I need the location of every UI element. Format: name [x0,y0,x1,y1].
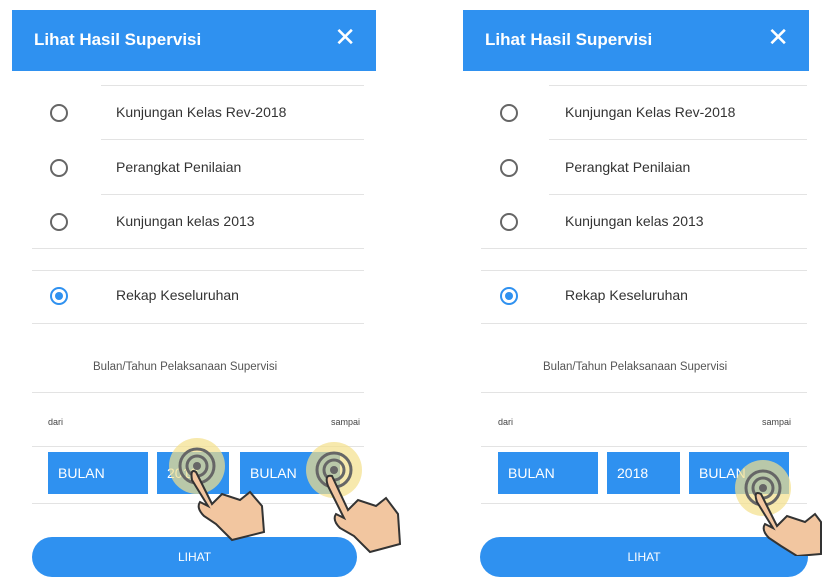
from-label: dari [48,417,64,427]
option-label: Kunjungan kelas 2013 [565,213,704,229]
to-month-button[interactable]: BULAN [240,452,340,494]
radio-button-icon[interactable] [500,287,518,305]
radio-button-icon[interactable] [50,159,68,177]
option-rekap-keseluruhan[interactable]: Rekap Keseluruhan [12,270,376,320]
close-icon[interactable]: ✕ [767,24,789,50]
divider [549,194,807,195]
radio-button-icon[interactable] [500,213,518,231]
to-label: sampai [330,417,360,427]
period-heading: Bulan/Tahun Pelaksanaan Supervisi [93,361,278,373]
dialog-left: Lihat Hasil Supervisi ✕ Kunjungan Kelas … [12,0,402,577]
option-label: Kunjungan Kelas Rev-2018 [565,104,736,120]
divider [32,392,364,393]
divider [481,392,807,393]
divider [549,139,807,140]
from-month-button[interactable]: BULAN [48,452,148,494]
radio-button-icon[interactable] [50,104,68,122]
divider [481,503,807,504]
option-perangkat-penilaian[interactable]: Perangkat Penilaian [463,142,809,192]
to-month-button[interactable]: BULAN [689,452,789,494]
period-heading: Bulan/Tahun Pelaksanaan Supervisi [543,361,728,373]
radio-button-icon[interactable] [50,287,68,305]
divider [101,194,364,195]
radio-button-icon[interactable] [50,213,68,231]
dialog-right: Lihat Hasil Supervisi ✕ Kunjungan Kelas … [463,0,822,577]
dialog-title: Lihat Hasil Supervisi [485,30,653,49]
lihat-button[interactable]: LIHAT [32,537,357,577]
from-label: dari [498,417,514,427]
divider [549,85,807,86]
close-icon[interactable]: ✕ [334,24,356,50]
dialog-header: Lihat Hasil Supervisi ✕ [12,10,376,71]
divider [101,139,364,140]
radio-button-icon[interactable] [500,104,518,122]
divider [32,323,364,324]
option-label: Rekap Keseluruhan [116,287,239,303]
option-perangkat-penilaian[interactable]: Perangkat Penilaian [12,142,376,192]
option-kunjungan-rev-2018[interactable]: Kunjungan Kelas Rev-2018 [12,87,376,137]
divider [101,85,364,86]
option-label: Kunjungan kelas 2013 [116,213,255,229]
option-rekap-keseluruhan[interactable]: Rekap Keseluruhan [463,270,809,320]
option-kunjungan-2013[interactable]: Kunjungan kelas 2013 [463,196,809,246]
option-label: Perangkat Penilaian [116,159,242,175]
from-month-button[interactable]: BULAN [498,452,598,494]
divider [481,323,807,324]
dialog-title: Lihat Hasil Supervisi [34,30,202,49]
lihat-button[interactable]: LIHAT [480,537,808,577]
option-kunjungan-rev-2018[interactable]: Kunjungan Kelas Rev-2018 [463,87,809,137]
from-year-button[interactable]: 2018 [607,452,680,494]
option-label: Kunjungan Kelas Rev-2018 [116,104,287,120]
option-label: Perangkat Penilaian [565,159,691,175]
divider [32,503,364,504]
to-label: sampai [761,417,791,427]
divider [481,248,807,249]
divider [32,446,364,447]
dialog-header: Lihat Hasil Supervisi ✕ [463,10,809,71]
option-kunjungan-2013[interactable]: Kunjungan kelas 2013 [12,196,376,246]
from-year-button[interactable]: 2018 [157,452,229,494]
option-label: Rekap Keseluruhan [565,287,688,303]
radio-button-icon[interactable] [500,159,518,177]
divider [32,248,364,249]
divider [481,446,807,447]
